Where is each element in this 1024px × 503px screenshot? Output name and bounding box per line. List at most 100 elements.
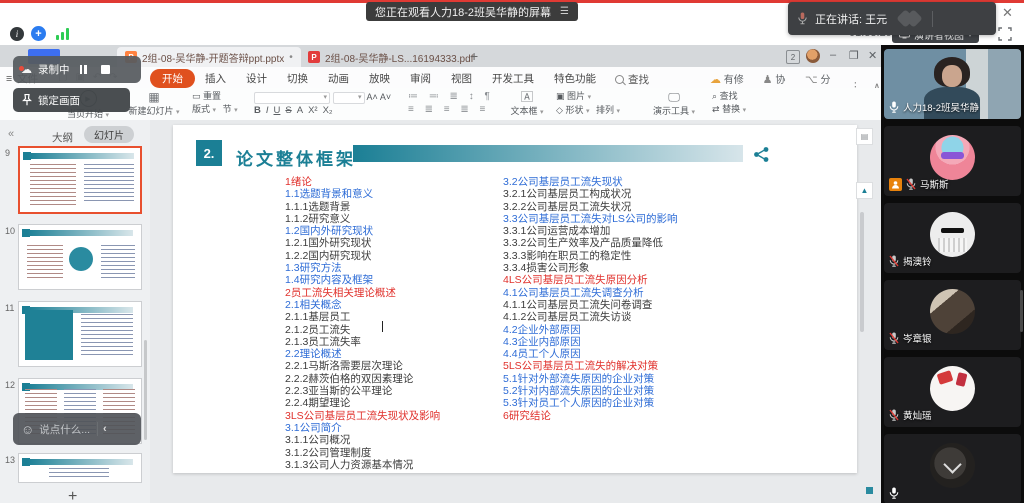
format-button[interactable]: S [285,104,291,117]
find-button[interactable]: ⌕ 查找 [712,90,746,103]
format-button[interactable]: A [297,104,303,117]
meeting-close-button[interactable]: ✕ [1002,5,1013,21]
fullscreen-icon[interactable] [998,27,1012,41]
panel-collapse-button[interactable]: « [8,128,14,140]
outline-line[interactable]: 2.1.1基层员工 [285,311,440,323]
grow-font-icon[interactable]: A˄ [367,92,378,102]
info-icon[interactable]: i [10,27,24,41]
outline-line[interactable]: 5.3针对员工个人原因的企业对策 [503,397,677,409]
menu-tab[interactable]: 切换 [277,69,318,88]
network-signal-icon[interactable] [56,28,71,40]
outline-line[interactable]: 2.2理论概述 [285,348,440,360]
slide-thumbnail[interactable]: 10 [18,224,142,290]
menu-tab[interactable]: 开发工具 [482,69,544,88]
shrink-font-icon[interactable]: A˅ [380,92,391,102]
pause-recording-button[interactable] [80,65,87,74]
outline-line[interactable]: 1绪论 [285,176,440,188]
sidebar-scrollbar[interactable] [1020,290,1023,332]
outline-line[interactable]: 5LS公司基层员工流失的解决对策 [503,360,677,372]
slide-thumbnail[interactable]: 11 [18,301,142,367]
outline-line[interactable]: 6研究结论 [503,410,677,422]
emoji-icon[interactable]: ☺ [21,422,34,437]
outline-line[interactable]: 1.1.2研究意义 [285,213,440,225]
account-avatar[interactable] [806,49,820,63]
outline-line[interactable]: 3.1.3公司人力资源基本情况 [285,459,440,471]
outline-line[interactable]: 3.2.1公司基层员工构成状况 [503,188,677,200]
resize-handle[interactable] [866,487,873,494]
outline-line[interactable]: 4.1公司基层员工流失调查分析 [503,287,677,299]
add-slide-button[interactable]: + [68,488,77,503]
outline-line[interactable]: 4.1.1公司基层员工流失问卷调查 [503,299,677,311]
outline-line[interactable]: 5.2针对内部流失原因的企业对策 [503,385,677,397]
participant-tile[interactable] [884,434,1021,503]
banner-menu-icon[interactable]: ☰ [560,6,569,17]
window-count-badge[interactable]: 2 [786,50,800,64]
picture-button[interactable]: ▣ 图片 ▾ [556,90,620,104]
outline-line[interactable]: 4.4员工个人原因 [503,348,677,360]
close-button[interactable]: ✕ [868,49,877,62]
format-button[interactable]: X² [308,104,318,117]
chat-input-overlay[interactable]: ☺ 说点什么... ‹ [13,413,141,445]
outline-line[interactable]: 1.1选题背景和意义 [285,188,440,200]
outline-line[interactable]: 2.2.3亚当斯的公平理论 [285,385,440,397]
outline-line[interactable]: 1.3研究方法 [285,262,440,274]
format-button[interactable]: U [274,104,281,117]
outline-line[interactable]: 4.1.2公司基层员工流失访谈 [503,311,677,323]
outline-line[interactable]: 3.1.2公司管理制度 [285,447,440,459]
outline-line[interactable]: 3LS公司基层员工流失现状及影响 [285,410,440,422]
slide-canvas[interactable]: 2. 论文整体框架 1绪论1.1选题背景和意义1.1.1选题背景1.1.2研究意… [173,125,857,473]
outline-line[interactable]: 3.3.3影响在职员工的稳定性 [503,250,677,262]
outline-line[interactable]: 2.2.1马斯洛需要层次理论 [285,360,440,372]
outline-line[interactable]: 3.2公司基层员工流失现状 [503,176,677,188]
participant-tile[interactable]: 岑章银 [884,280,1021,350]
slide-thumbnail[interactable]: 9 [18,146,142,214]
outline-line[interactable]: 3.1公司简介 [285,422,440,434]
menu-tab[interactable]: 开始 [150,69,195,88]
panel-scrollbar[interactable] [144,340,147,440]
outline-line[interactable]: 3.3.2公司生产效率及产品质量降低 [503,237,677,249]
outline-line[interactable]: 4LS公司基层员工流失原因分析 [503,274,677,286]
outline-line[interactable]: 1.4研究内容及框架 [285,274,440,286]
outline-line[interactable]: 3.1.1公司概况 [285,434,440,446]
replace-button[interactable]: ⇄ 替换 ▾ [712,103,746,117]
outline-line[interactable]: 3.3公司基层员工流失对LS公司的影响 [503,213,677,225]
outline-line[interactable]: 1.1.1选题背景 [285,201,440,213]
outline-line[interactable]: 1.2国内外研究现状 [285,225,440,237]
slide-thumbnail[interactable]: 13 [18,453,142,483]
menu-tab[interactable]: 放映 [359,69,400,88]
search-control[interactable]: 查找 [615,72,649,87]
outline-line[interactable]: 2.1.2员工流失 [285,324,440,336]
menu-tab[interactable]: 特色功能 [544,69,606,88]
layout-button[interactable]: 版式 ▾ [192,104,216,114]
outline-line[interactable]: 3.2.2公司基层员工流失状况 [503,201,677,213]
document-tab[interactable]: P 2组-08-吴华静-LS...16194333.pdf [300,47,486,67]
outline-line[interactable]: 4.3企业内部原因 [503,336,677,348]
slide-scrollbar[interactable] [860,212,864,332]
present-tools-button[interactable]: 🖵 演示工具 ▾ [648,90,700,117]
tab-slides[interactable]: 幻灯片 [84,126,134,143]
outline-line[interactable]: 3.3.1公司运营成本增加 [503,225,677,237]
menu-tab[interactable]: 动画 [318,69,359,88]
arrange-button[interactable]: 排列 ▾ [596,105,620,115]
outline-line[interactable]: 5.1针对外部流失原因的企业对策 [503,373,677,385]
minimize-button[interactable]: – [830,49,836,61]
document-tab[interactable]: P 2组-08-吴华静-开题答辩ppt.pptx • [117,47,301,67]
shape-button[interactable]: ◇ 形状 ▾ [556,105,589,115]
tab-outline[interactable]: 大纲 [52,130,73,145]
lock-screen-overlay[interactable]: 锁定画面 [13,88,130,112]
outline-line[interactable]: 2.2.4期望理论 [285,397,440,409]
format-button[interactable]: X₂ [323,104,333,117]
outline-line[interactable]: 1.2.1国外研究现状 [285,237,440,249]
outline-line[interactable]: 1.2.2国内研究现状 [285,250,440,262]
paragraph-group[interactable]: ≔ ≕ ≣ ↕ ¶ ≡ ≣ ≡ ≣ ≡ [408,90,494,116]
stop-recording-button[interactable] [101,65,110,74]
menu-tab[interactable]: 插入 [195,69,236,88]
outline-line[interactable]: 3.3.4损害公司形象 [503,262,677,274]
font-family-select[interactable] [254,92,330,104]
outline-line[interactable]: 2.1相关概念 [285,299,440,311]
stage-up-button[interactable]: ▲ [856,182,873,199]
new-tab-button[interactable]: + [470,48,478,64]
restore-button[interactable]: ❐ [849,49,859,62]
add-icon[interactable]: + [31,26,46,41]
menu-tab[interactable]: 视图 [441,69,482,88]
